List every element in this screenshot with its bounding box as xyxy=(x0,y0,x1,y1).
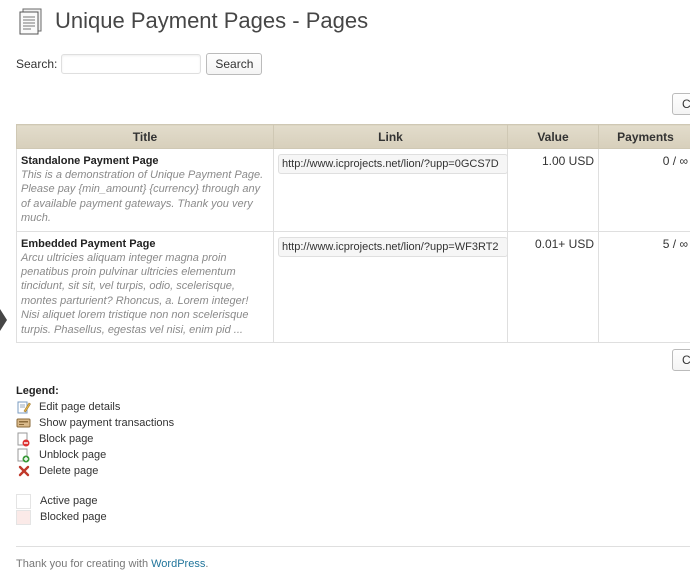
value-cell: 0.01+ USD xyxy=(508,231,599,342)
search-form: Search: Search xyxy=(16,53,262,75)
legend-label: Block page xyxy=(39,433,93,445)
payments-cell: 5 / ∞ xyxy=(599,231,690,342)
link-cell xyxy=(274,149,508,232)
table-row[interactable]: Embedded Payment Page Arcu ultricies ali… xyxy=(17,231,690,342)
legend-label: Unblock page xyxy=(39,449,106,461)
search-input[interactable] xyxy=(61,54,201,74)
collapse-menu-arrow-icon[interactable] xyxy=(0,309,7,331)
footer: Thank you for creating with WordPress. xyxy=(16,558,208,570)
table-row[interactable]: Standalone Payment Page This is a demons… xyxy=(17,149,690,232)
footer-text: Thank you for creating with xyxy=(16,558,151,570)
column-header-value: Value xyxy=(508,125,599,149)
page-link-field[interactable] xyxy=(278,237,508,257)
legend-label: Active page xyxy=(40,495,97,507)
search-button[interactable]: Search xyxy=(206,53,262,75)
legend-item: Show payment transactions xyxy=(16,415,174,431)
unblock-icon xyxy=(16,448,31,463)
page-title: Unique Payment Pages - Pages xyxy=(55,6,368,36)
legend-label: Delete page xyxy=(39,465,98,477)
page-name[interactable]: Standalone Payment Page xyxy=(21,154,269,168)
legend-label: Edit page details xyxy=(39,401,120,413)
payments-cell: 0 / ∞ xyxy=(599,149,690,232)
pages-icon xyxy=(17,8,47,36)
column-header-payments: Payments xyxy=(599,125,690,149)
legend-item: Blocked page xyxy=(16,509,174,525)
title-cell: Standalone Payment Page This is a demons… xyxy=(17,149,274,232)
column-header-link: Link xyxy=(274,125,508,149)
legend-title: Legend: xyxy=(16,385,174,397)
footer-suffix: . xyxy=(205,558,208,570)
create-button-bottom[interactable]: C xyxy=(672,349,690,371)
link-cell xyxy=(274,231,508,342)
create-button-top[interactable]: C xyxy=(672,93,690,115)
legend-item: Delete page xyxy=(16,463,174,479)
value-cell: 1.00 USD xyxy=(508,149,599,232)
legend-item: Unblock page xyxy=(16,447,174,463)
edit-icon xyxy=(16,400,31,415)
page-description: Arcu ultricies aliquam integer magna pro… xyxy=(21,251,269,337)
legend: Legend: Edit page details Show payment t… xyxy=(16,385,174,525)
block-icon xyxy=(16,432,31,447)
transactions-icon xyxy=(16,416,31,431)
page-description: This is a demonstration of Unique Paymen… xyxy=(21,168,269,226)
active-page-swatch xyxy=(16,494,31,509)
page-name[interactable]: Embedded Payment Page xyxy=(21,237,269,251)
blocked-page-swatch xyxy=(16,510,31,525)
search-label: Search: xyxy=(16,57,57,71)
legend-label: Blocked page xyxy=(40,511,107,523)
legend-item: Edit page details xyxy=(16,399,174,415)
legend-label: Show payment transactions xyxy=(39,417,174,429)
footer-divider xyxy=(16,546,690,547)
table-header-row: Title Link Value Payments xyxy=(17,125,690,149)
delete-icon xyxy=(16,464,31,479)
pages-table: Title Link Value Payments Standalone Pay… xyxy=(16,124,690,343)
column-header-title: Title xyxy=(17,125,274,149)
wordpress-link[interactable]: WordPress xyxy=(151,558,205,570)
title-cell: Embedded Payment Page Arcu ultricies ali… xyxy=(17,231,274,342)
page-link-field[interactable] xyxy=(278,154,508,174)
legend-item: Active page xyxy=(16,493,174,509)
legend-item: Block page xyxy=(16,431,174,447)
